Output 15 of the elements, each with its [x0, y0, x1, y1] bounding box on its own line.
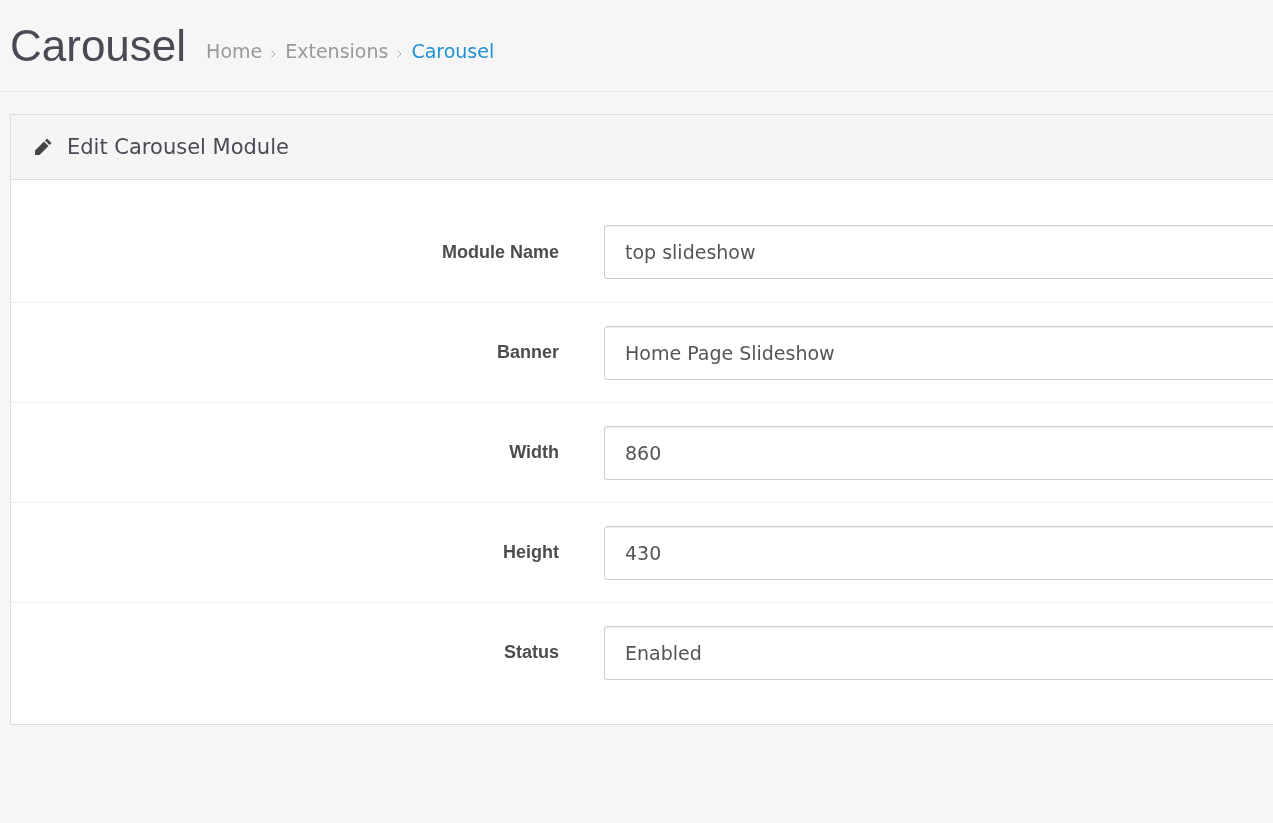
input-field[interactable]: Enabled [604, 625, 1273, 680]
input-field[interactable]: 860 [604, 425, 1273, 480]
input-field[interactable]: top slideshow [604, 225, 1273, 279]
field-label: Status [503, 642, 559, 663]
field-label: Banner [496, 342, 559, 363]
chevron-icon [271, 49, 277, 58]
input-field[interactable]: Home Page Slideshow [604, 325, 1273, 380]
panel-title: Edit Carousel Module [67, 135, 289, 159]
input-field[interactable]: 430 [604, 525, 1273, 580]
field-label: Module Name [440, 241, 559, 263]
page-title: Carousel [10, 20, 187, 71]
field-label: Width [508, 442, 559, 463]
chevron-icon [397, 49, 403, 58]
field-label: Height [502, 542, 559, 563]
pencil-icon [33, 137, 53, 157]
